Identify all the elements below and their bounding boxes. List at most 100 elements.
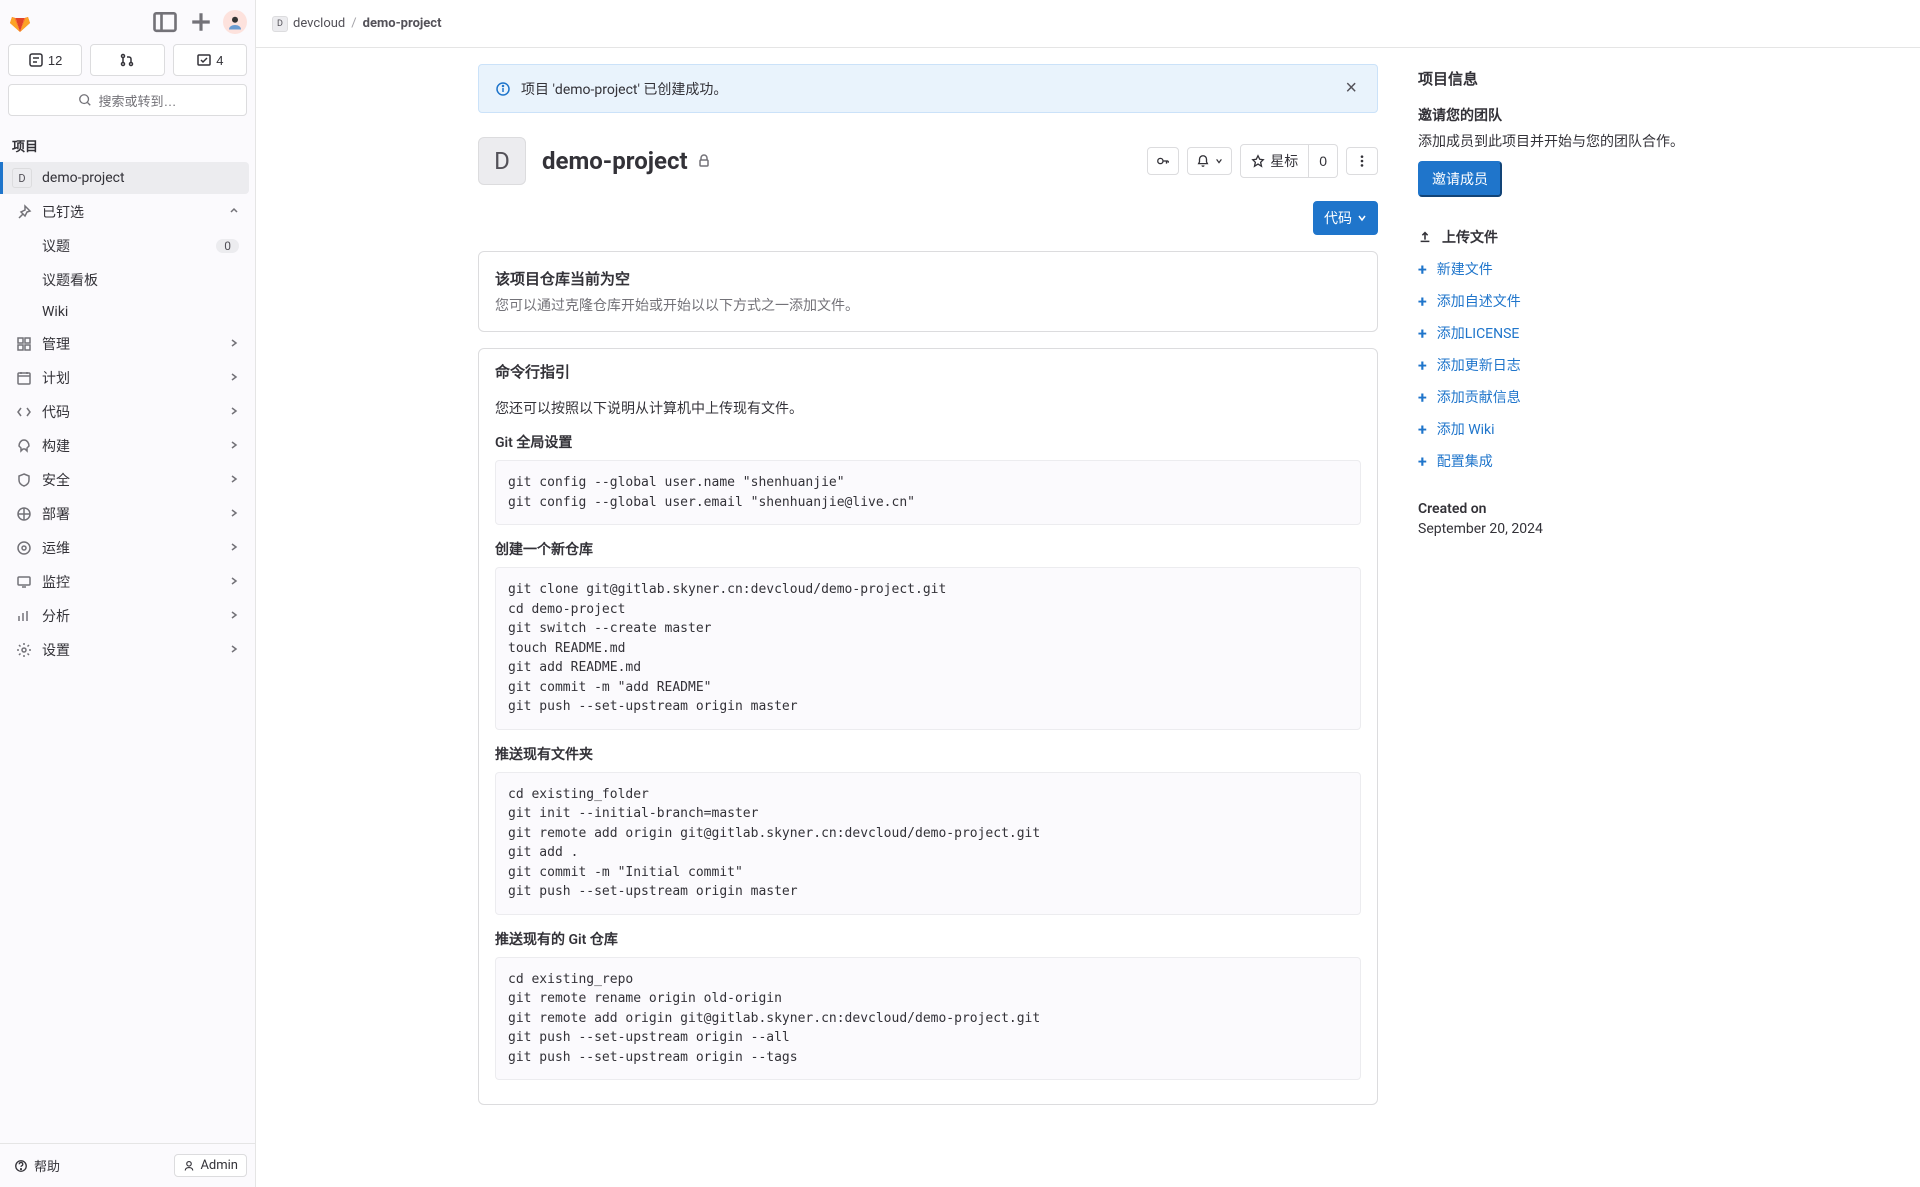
team-desc: 添加成员到此项目并开始与您的团队合作。 [1418,131,1698,151]
todos-count: 4 [216,53,223,68]
dashboard-icon [16,336,32,352]
help-link[interactable]: 帮助 [8,1152,66,1179]
link-label: 配置集成 [1437,451,1493,471]
repo-empty-desc: 您可以通过克隆仓库开始或开始以以下方式之一添加文件。 [495,295,1361,315]
sidebar-stats: 12 4 [0,44,255,84]
nav-label: 安全 [42,470,219,490]
issues-stat[interactable]: 12 [8,44,82,76]
collapse-sidebar-icon[interactable] [151,8,179,36]
plus-icon [1418,452,1427,471]
ssh-key-button[interactable] [1147,147,1179,175]
gitlab-logo[interactable] [8,10,32,34]
sidebar-pinned-boards[interactable]: 议题看板 [6,263,249,297]
project-title-text: demo-project [542,147,688,175]
deploy-icon [16,506,32,522]
operations-icon [16,540,32,556]
breadcrumb-group[interactable]: D devcloud [272,16,345,32]
sidebar-pinned-wiki[interactable]: Wiki [6,297,249,327]
sidebar-item-plan[interactable]: 计划 [6,361,249,395]
sidebar-item-analytics[interactable]: 分析 [6,599,249,633]
lock-icon [696,153,712,169]
upload-file-link[interactable]: 上传文件 [1418,221,1698,253]
nav-label: 设置 [42,640,219,660]
cli-sec1-code[interactable]: git config --global user.name "shenhuanj… [495,460,1361,525]
more-actions-button[interactable] [1346,147,1378,175]
alert-text: 项目 'demo-project' 已创建成功。 [521,79,727,99]
quick-link-readme[interactable]: 添加自述文件 [1418,285,1698,317]
project-avatar-small: D [12,168,32,188]
admin-link[interactable]: Admin [174,1154,247,1177]
todos-stat[interactable]: 4 [173,44,247,76]
sidebar-item-settings[interactable]: 设置 [6,633,249,667]
badge-count: 0 [216,239,239,253]
code-dropdown-button[interactable]: 代码 [1313,201,1378,235]
page-title: demo-project [542,147,712,175]
quick-link-new-file[interactable]: 新建文件 [1418,253,1698,285]
quick-link-contributing[interactable]: 添加贡献信息 [1418,381,1698,413]
cli-sec2-code[interactable]: git clone git@gitlab.skyner.cn:devcloud/… [495,567,1361,730]
quick-link-integrations[interactable]: 配置集成 [1418,445,1698,477]
chevron-right-icon [229,404,239,420]
user-avatar[interactable] [223,10,247,34]
merge-requests-stat[interactable] [90,44,164,76]
star-count[interactable]: 0 [1309,144,1338,178]
quick-link-wiki[interactable]: 添加 Wiki [1418,413,1698,445]
cli-intro: 您还可以按照以下说明从计算机中上传现有文件。 [495,398,1361,418]
breadcrumb-project-label: demo-project [363,16,442,31]
star-button[interactable]: 星标 [1240,144,1309,178]
link-label: 添加LICENSE [1437,323,1520,343]
sidebar-item-operate[interactable]: 运维 [6,531,249,565]
cli-card: 命令行指引 您还可以按照以下说明从计算机中上传现有文件。 Git 全局设置 gi… [478,348,1378,1105]
invite-btn-label: 邀请成员 [1432,171,1488,187]
sidebar-item-build[interactable]: 构建 [6,429,249,463]
pinned-item-label: 议题 [42,236,70,256]
sidebar-section-label: 项目 [0,124,255,161]
nav-label: 管理 [42,334,219,354]
sidebar-pinned-issues[interactable]: 议题 0 [6,229,249,263]
monitor-icon [16,574,32,590]
breadcrumb-project[interactable]: demo-project [363,16,442,31]
help-label: 帮助 [34,1156,60,1175]
search-input[interactable]: 搜索或转到… [8,84,247,116]
sidebar-item-deploy[interactable]: 部署 [6,497,249,531]
breadcrumb: D devcloud / demo-project [256,0,1920,48]
link-label: 添加更新日志 [1437,355,1521,375]
nav-label: 分析 [42,606,219,626]
quick-link-license[interactable]: 添加LICENSE [1418,317,1698,349]
plus-icon [1418,324,1427,343]
close-alert-button[interactable]: × [1341,77,1361,100]
chevron-right-icon [229,642,239,658]
create-new-icon[interactable] [187,8,215,36]
chevron-right-icon [229,370,239,386]
plus-icon [1418,420,1427,439]
star-label: 星标 [1270,151,1298,171]
sidebar-item-code[interactable]: 代码 [6,395,249,429]
plus-icon [1418,356,1427,375]
nav-label: 运维 [42,538,219,558]
breadcrumb-sep: / [351,16,356,31]
sidebar-item-monitor[interactable]: 监控 [6,565,249,599]
sidebar-item-manage[interactable]: 管理 [6,327,249,361]
sidebar-item-security[interactable]: 安全 [6,463,249,497]
pinned-item-label: Wiki [42,304,68,320]
star-count-value: 0 [1319,153,1327,169]
sidebar-pinned[interactable]: 已钉选 [6,195,249,229]
link-label: 添加自述文件 [1437,291,1521,311]
cli-sec3-title: 推送现有文件夹 [495,744,1361,764]
breadcrumb-group-label: devcloud [293,16,345,31]
code-btn-label: 代码 [1324,208,1352,228]
cli-sec3-code[interactable]: cd existing_folder git init --initial-br… [495,772,1361,915]
chevron-right-icon [229,438,239,454]
project-info-sidebar: 项目信息 邀请您的团队 添加成员到此项目并开始与您的团队合作。 邀请成员 上传文… [1418,64,1698,1121]
chevron-right-icon [229,336,239,352]
cli-sec4-code[interactable]: cd existing_repo git remote rename origi… [495,957,1361,1081]
invite-members-button[interactable]: 邀请成员 [1418,161,1502,197]
info-icon [495,81,511,97]
nav-label: 监控 [42,572,219,592]
created-label: Created on [1418,501,1698,517]
quick-link-changelog[interactable]: 添加更新日志 [1418,349,1698,381]
chevron-right-icon [229,540,239,556]
notifications-button[interactable] [1187,147,1232,175]
sidebar-project-item[interactable]: D demo-project [0,162,249,194]
success-alert: 项目 'demo-project' 已创建成功。 × [478,64,1378,113]
